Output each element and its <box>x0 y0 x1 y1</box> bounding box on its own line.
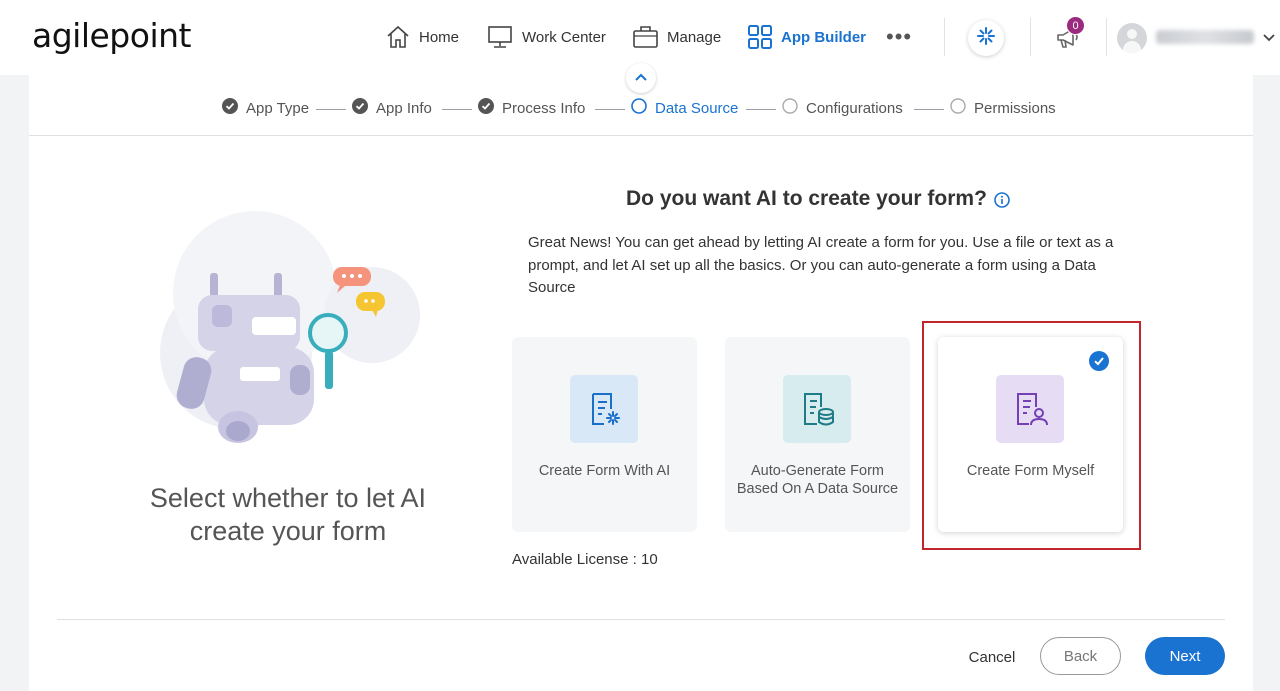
notification-count-badge: 0 <box>1066 16 1085 35</box>
ai-assistant-button[interactable] <box>968 20 1004 56</box>
step-app-type[interactable]: App Type <box>222 98 309 118</box>
step-process-info[interactable]: Process Info <box>478 98 585 118</box>
megaphone-icon <box>1055 28 1081 54</box>
check-circle-icon <box>478 98 494 118</box>
nav-home-label: Home <box>419 28 460 46</box>
check-circle-icon <box>222 98 238 118</box>
description-text: Great News! You can get ahead by letting… <box>528 234 1114 296</box>
nav-app-builder[interactable]: App Builder <box>747 24 866 50</box>
nav-work-center-label: Work Center <box>522 28 606 46</box>
database-form-icon <box>783 375 851 443</box>
available-license-text: Available License : 10 <box>512 551 658 568</box>
step-label: Data Source <box>655 99 739 117</box>
wizard-stepper: App Type App Info Process Info Data Sour… <box>0 98 1280 120</box>
step-label: Configurations <box>806 99 903 117</box>
step-connector <box>914 109 944 110</box>
step-connector <box>595 109 625 110</box>
pending-step-circle-icon <box>782 98 798 118</box>
option-auto-generate-from-data-source[interactable]: Auto-Generate Form Based On A Data Sourc… <box>725 337 910 532</box>
info-icon[interactable] <box>994 192 1010 213</box>
back-button[interactable]: Back <box>1040 637 1121 675</box>
current-step-circle-icon <box>631 98 647 118</box>
step-data-source[interactable]: Data Source <box>631 98 738 118</box>
home-icon <box>385 24 411 50</box>
step-connector <box>442 109 472 110</box>
check-circle-icon <box>352 98 368 118</box>
nav-divider <box>944 18 945 56</box>
grid-icon <box>747 24 773 50</box>
user-form-icon <box>996 375 1064 443</box>
option-create-form-with-ai[interactable]: Create Form With AI <box>512 337 697 532</box>
chevron-up-icon <box>634 69 648 87</box>
option-create-form-myself[interactable]: Create Form Myself <box>938 337 1123 532</box>
left-panel-title: Select whether to let AI create your for… <box>149 483 427 546</box>
nav-home[interactable]: Home <box>385 24 459 50</box>
step-connector <box>746 109 776 110</box>
ai-form-icon <box>570 375 638 443</box>
username-redacted[interactable] <box>1156 30 1254 44</box>
robot-illustration <box>150 205 430 465</box>
step-label: App Type <box>246 99 310 117</box>
nav-divider <box>1030 18 1031 56</box>
step-connector <box>316 109 346 110</box>
briefcase-icon <box>632 24 659 50</box>
more-menu-icon[interactable]: ••• <box>886 24 912 50</box>
nav-work-center[interactable]: Work Center <box>486 24 606 50</box>
pending-step-circle-icon <box>950 98 966 118</box>
header-divider <box>29 135 1253 136</box>
page-title: Do you want AI to create your form? <box>626 187 987 210</box>
selected-check-icon <box>1089 351 1109 371</box>
step-label: Permissions <box>974 99 1056 117</box>
ai-sparkle-icon <box>976 26 996 51</box>
collapse-header-button[interactable] <box>626 63 656 93</box>
chevron-down-icon[interactable] <box>1262 30 1276 48</box>
step-configurations[interactable]: Configurations <box>782 98 903 118</box>
cancel-button[interactable]: Cancel <box>952 638 1032 676</box>
nav-divider <box>1106 18 1107 56</box>
step-label: App Info <box>376 99 432 117</box>
footer-divider <box>57 619 1225 620</box>
option-label: Create Form Myself <box>966 463 1095 479</box>
monitor-icon <box>486 24 514 50</box>
nav-manage-label: Manage <box>667 28 722 46</box>
agilepoint-logo[interactable]: agilepoint <box>32 16 191 55</box>
nav-app-builder-label: App Builder <box>781 28 866 46</box>
option-label: Create Form With AI <box>538 463 671 479</box>
avatar[interactable] <box>1117 23 1147 53</box>
next-button[interactable]: Next <box>1145 637 1225 675</box>
step-permissions[interactable]: Permissions <box>950 98 1056 118</box>
nav-manage[interactable]: Manage <box>632 24 721 50</box>
step-label: Process Info <box>502 99 586 117</box>
option-label: Auto-Generate Form Based On A Data Sourc… <box>736 463 899 497</box>
step-app-info[interactable]: App Info <box>352 98 432 118</box>
